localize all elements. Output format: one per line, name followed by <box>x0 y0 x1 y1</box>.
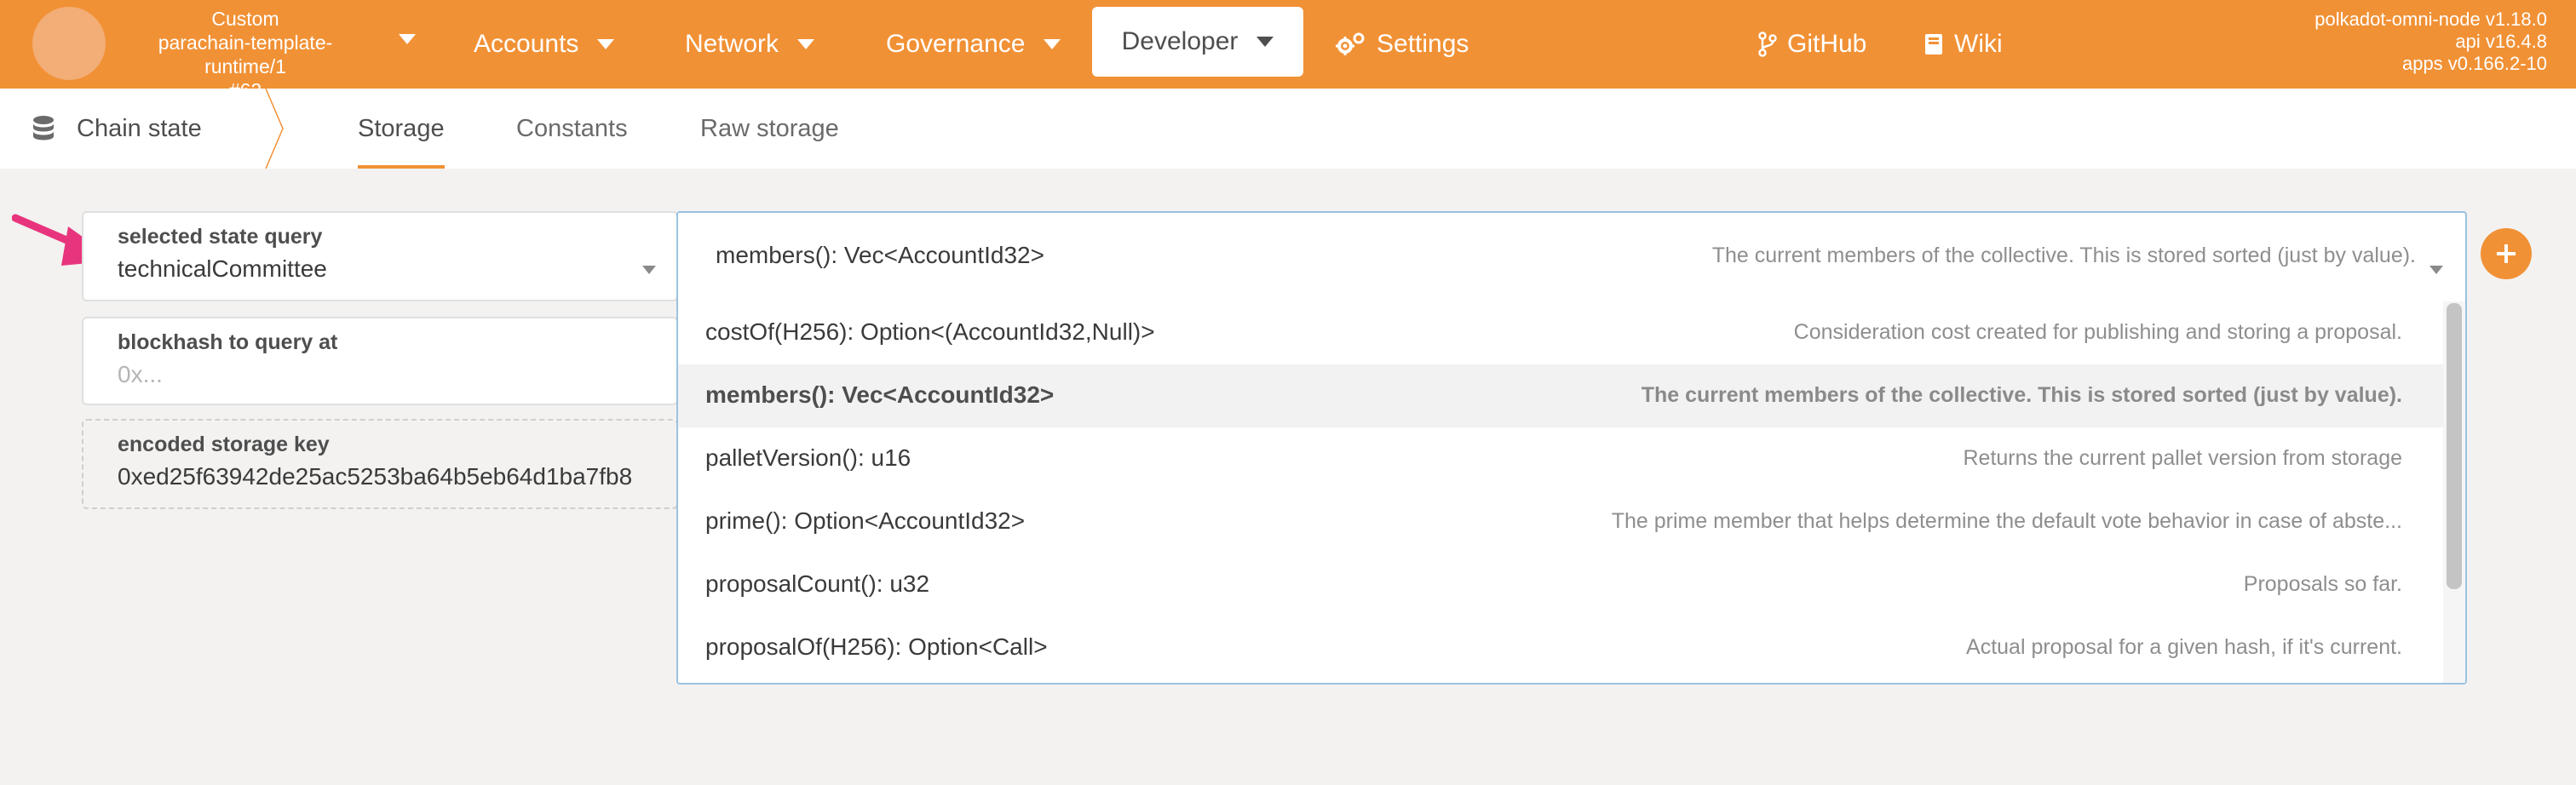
storage-method-selected[interactable]: members(): Vec<AccountId32> The current … <box>678 213 2465 301</box>
api-version: api v16.4.8 <box>2455 31 2547 52</box>
breadcrumb-chevron-divider <box>265 89 284 169</box>
selected-method-description: The current members of the collective. T… <box>1711 244 2416 267</box>
tab-storage-label: Storage <box>358 114 445 142</box>
chevron-down-icon <box>1256 37 1274 47</box>
nav-developer-label: Developer <box>1121 27 1239 55</box>
chevron-down-icon <box>642 266 656 274</box>
nav-settings[interactable]: Settings <box>1336 20 1469 68</box>
active-tab-indicator <box>358 165 445 169</box>
encoded-key-value: 0xed25f63942de25ac5253ba64b5eb64d1ba7fb8 <box>118 463 633 490</box>
state-query-value: technicalCommittee <box>118 255 327 282</box>
option-signature: proposalOf(H256): Option<Call> <box>705 633 1048 660</box>
nav-accounts[interactable]: Accounts <box>474 20 615 68</box>
database-icon <box>33 116 54 140</box>
sub-navigation-bar: Chain state Storage Constants Raw storag… <box>0 89 2576 169</box>
storage-method-list: costOf(H256): Option<(AccountId32,Null)>… <box>678 301 2445 679</box>
nav-developer[interactable]: Developer <box>1092 7 1303 77</box>
chain-runtime: parachain-template-runtime/1 <box>158 32 333 77</box>
nav-governance[interactable]: Governance <box>886 20 1061 68</box>
tab-raw-storage-label: Raw storage <box>700 114 839 142</box>
version-info: polkadot-omni-node v1.18.0 api v16.4.8 a… <box>2314 9 2547 75</box>
state-query-label: selected state query <box>118 225 323 249</box>
nav-governance-label: Governance <box>886 30 1026 58</box>
option-description: Consideration cost created for publishin… <box>1793 320 2402 344</box>
state-query-select[interactable]: selected state query technicalCommittee <box>82 211 678 301</box>
option-signature: palletVersion(): u16 <box>705 444 911 471</box>
encoded-storage-key-field: encoded storage key 0xed25f63942de25ac52… <box>82 419 678 509</box>
option-description: The current members of the collective. T… <box>1641 383 2402 407</box>
option-signature: members(): Vec<AccountId32> <box>705 381 1055 408</box>
dropdown-scrollbar[interactable] <box>2443 301 2465 683</box>
tab-constants[interactable]: Constants <box>516 89 628 169</box>
plus-icon <box>2497 244 2516 263</box>
chain-name: Custom <box>211 8 279 30</box>
option-description: Actual proposal for a given hash, if it'… <box>1966 635 2402 659</box>
encoded-key-label: encoded storage key <box>118 433 330 456</box>
nav-settings-label: Settings <box>1377 30 1469 58</box>
nav-network[interactable]: Network <box>685 20 815 68</box>
book-icon <box>1925 34 1942 54</box>
chevron-down-icon[interactable] <box>2429 266 2443 274</box>
chevron-down-icon <box>1044 39 1061 49</box>
storage-method-dropdown[interactable]: members(): Vec<AccountId32> The current … <box>676 211 2467 685</box>
option-signature: costOf(H256): Option<(AccountId32,Null)> <box>705 318 1155 345</box>
chain-logo[interactable] <box>32 7 106 80</box>
chevron-down-icon <box>597 39 615 49</box>
option-description: Proposals so far. <box>2243 572 2402 596</box>
tab-raw-storage[interactable]: Raw storage <box>700 89 839 169</box>
blockhash-label: blockhash to query at <box>118 330 338 354</box>
dropdown-option[interactable]: costOf(H256): Option<(AccountId32,Null)>… <box>678 301 2445 364</box>
nav-accounts-label: Accounts <box>474 30 579 58</box>
nav-network-label: Network <box>685 30 779 58</box>
chevron-down-icon <box>797 39 815 49</box>
section-title: Chain state <box>31 89 202 169</box>
tab-storage[interactable]: Storage <box>358 89 445 169</box>
top-navigation-bar: Custom parachain-template-runtime/1 #62 … <box>0 0 2576 101</box>
git-branch-icon <box>1758 32 1777 57</box>
chain-dropdown-caret-icon[interactable] <box>399 34 416 44</box>
apps-version: apps v0.166.2-10 <box>2401 53 2547 74</box>
nav-wiki[interactable]: Wiki <box>1923 20 2003 68</box>
option-description: The prime member that helps determine th… <box>1611 509 2402 533</box>
section-title-label: Chain state <box>77 114 202 142</box>
dropdown-option-selected[interactable]: members(): Vec<AccountId32> The current … <box>678 364 2445 427</box>
tab-constants-label: Constants <box>516 114 628 142</box>
node-version: polkadot-omni-node v1.18.0 <box>2314 9 2547 30</box>
option-signature: proposalCount(): u32 <box>705 570 930 597</box>
dropdown-option[interactable]: proposalOf(H256): Option<Call> Actual pr… <box>678 616 2445 679</box>
option-description: Returns the current pallet version from … <box>1963 446 2402 470</box>
nav-github[interactable]: GitHub <box>1758 20 1866 68</box>
dropdown-option[interactable]: proposalCount(): u32 Proposals so far. <box>678 553 2445 616</box>
nav-github-label: GitHub <box>1787 30 1867 58</box>
blockhash-input[interactable]: 0x... <box>118 361 163 388</box>
add-query-button[interactable] <box>2481 228 2532 279</box>
nav-wiki-label: Wiki <box>1954 30 2003 58</box>
selected-method-signature: members(): Vec<AccountId32> <box>716 242 1044 268</box>
option-signature: prime(): Option<AccountId32> <box>705 507 1026 534</box>
blockhash-field: blockhash to query at 0x... <box>82 317 678 405</box>
scrollbar-thumb[interactable] <box>2447 303 2462 589</box>
dropdown-option[interactable]: palletVersion(): u16 Returns the current… <box>678 427 2445 490</box>
gear-icon <box>1336 32 1365 55</box>
dropdown-option[interactable]: prime(): Option<AccountId32> The prime m… <box>678 490 2445 553</box>
